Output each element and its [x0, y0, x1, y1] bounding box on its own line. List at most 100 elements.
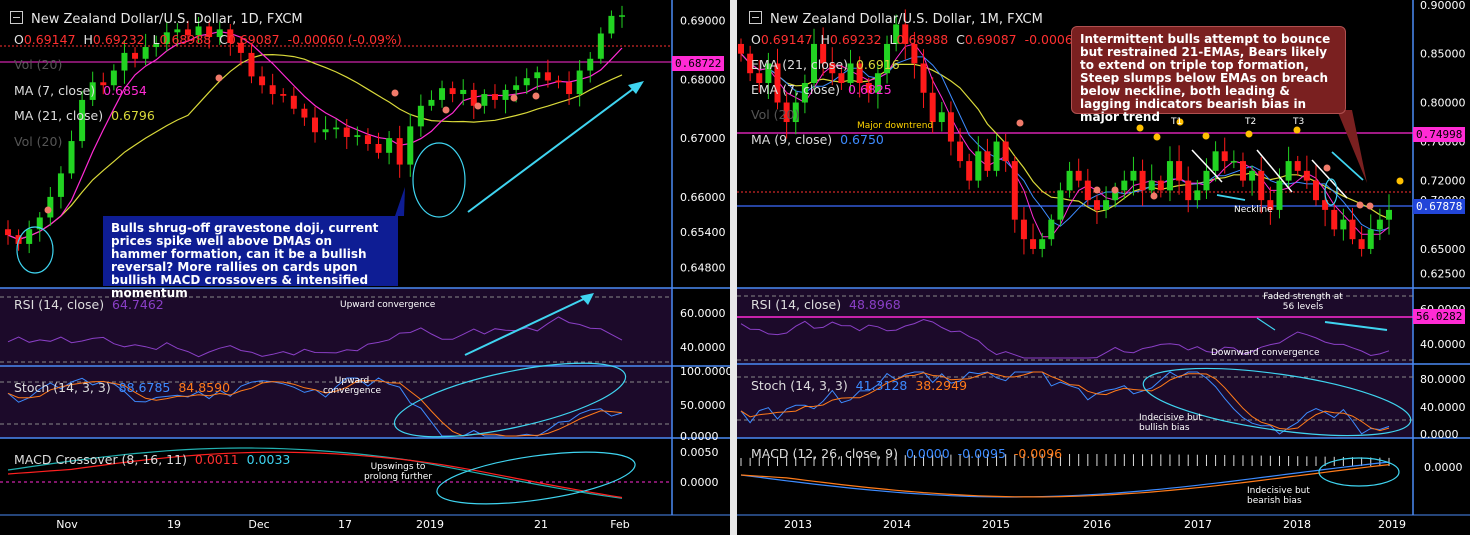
left-macd-label: MACD Crossover (8, 16, 11) 0.0011 0.0033 — [14, 452, 291, 467]
candle-body — [1084, 180, 1091, 201]
candle-body — [984, 151, 991, 171]
left-chart-title[interactable]: New Zealand Dollar/U.S. Dollar, 1D, FXCM — [10, 11, 303, 27]
stoch-tick-label: 0.0000 — [1420, 428, 1459, 441]
stoch-tick-label: 50.0000 — [680, 399, 726, 412]
candle-body — [1212, 151, 1219, 171]
candle-body — [322, 129, 329, 133]
right-chart-title[interactable]: New Zealand Dollar/U.S. Dollar, 1M, FXCM — [749, 11, 1043, 27]
candle-body — [513, 85, 520, 90]
candle-body — [738, 43, 744, 54]
price-tick-label: 0.66000 — [680, 191, 726, 204]
right-vol-label: Vol (20) — [751, 107, 800, 122]
signal-dot — [1093, 186, 1101, 194]
candle-body — [597, 33, 604, 59]
candle-body — [1376, 219, 1383, 230]
time-tick-label: 17 — [338, 518, 352, 531]
candle-body — [449, 88, 456, 95]
candle-body — [1249, 170, 1256, 181]
left-stoch-label: Stoch (14, 3, 3) 88.6785 84.8590 — [14, 380, 231, 395]
right-chart-panel: 0.900000.850000.800000.760000.720000.700… — [737, 0, 1470, 535]
stoch-tick-label: 80.0000 — [1420, 373, 1466, 386]
candle-body — [1230, 161, 1237, 163]
left-stoch-annotation: Upward convergence — [322, 376, 381, 396]
macd-ellipse — [436, 451, 636, 505]
time-tick-label: 2016 — [1083, 518, 1111, 531]
candle-body — [1312, 180, 1319, 201]
macd-tick-label: 0.0050 — [680, 446, 719, 459]
right-price-tag: 0.74998 — [1413, 127, 1466, 142]
candle-body — [364, 135, 371, 144]
candle-body — [587, 58, 594, 71]
right-t2-label: T2 — [1245, 117, 1257, 127]
signal-dot — [1150, 192, 1158, 200]
candle-body — [481, 94, 488, 106]
price-tick-label: 0.62500 — [1420, 267, 1466, 280]
candle-body — [132, 52, 139, 59]
candle-body — [491, 94, 498, 100]
candle-body — [333, 127, 340, 130]
right-macd-annotation: Indecisive but bearish bias — [1247, 486, 1310, 506]
top-dot — [1153, 133, 1161, 141]
left-rsi-annotation: Upward convergence — [340, 300, 436, 310]
candle-body — [1011, 161, 1018, 220]
collapse-icon[interactable] — [10, 11, 23, 24]
time-tick-label: 2018 — [1283, 518, 1311, 531]
left-macd-annotation: Upswings to prolong further — [363, 462, 433, 482]
candle-body — [1057, 190, 1064, 220]
signal-dot — [474, 102, 482, 110]
candle-body — [1303, 170, 1310, 181]
time-tick-label: Dec — [248, 518, 269, 531]
candle-body — [1039, 239, 1046, 249]
rsi-tick-label: 40.0000 — [680, 341, 726, 354]
candle-body — [1121, 180, 1128, 191]
candle-body — [1194, 190, 1201, 201]
right-macd-label: MACD (12, 26, close, 9) 0.0000 -0.0095 -… — [751, 446, 1063, 461]
signal-dot — [44, 206, 52, 214]
signal-dot — [442, 106, 450, 114]
candle-body — [428, 99, 435, 106]
candle-body — [417, 105, 424, 127]
right-rsi-annotation-2: Downward convergence — [1211, 348, 1320, 358]
candle-body — [957, 141, 964, 162]
signal-dot — [1323, 164, 1331, 172]
candle-body — [1386, 209, 1392, 220]
top-dot — [1202, 132, 1210, 140]
right-analysis-note: Intermittent bulls attempt to bounce but… — [1071, 26, 1346, 124]
right-rsi-annotation-1: Faded strength at 56 levels — [1263, 292, 1343, 312]
candle-body — [280, 94, 287, 96]
time-tick-label: 19 — [167, 518, 181, 531]
candle-body — [1203, 170, 1210, 191]
signal-dot — [215, 74, 223, 82]
collapse-icon[interactable] — [749, 11, 762, 24]
candle-body — [534, 72, 541, 79]
note-pointer — [395, 187, 405, 216]
candle-body — [121, 52, 128, 71]
macd-tick-label: 0.0000 — [680, 476, 719, 489]
candle-body — [248, 52, 255, 77]
right-ema21-label: EMA (21, close) 0.6916 — [751, 57, 900, 72]
price-tick-label: 0.64800 — [680, 261, 726, 274]
candle-body — [1294, 161, 1301, 171]
candle-body — [1066, 170, 1073, 191]
right-price-tag-2: 0.67878 — [1413, 199, 1466, 214]
pane-bg — [737, 364, 1413, 438]
candle-body — [938, 112, 945, 123]
candle-body — [1157, 180, 1164, 191]
candle-body — [1358, 239, 1365, 249]
top-dot — [1136, 124, 1144, 132]
right-downtrend-label: Major downtrend — [857, 121, 934, 131]
candle-body — [1367, 229, 1374, 249]
price-tick-label: 0.67000 — [680, 132, 726, 145]
candle-body — [1002, 141, 1009, 162]
candle-body — [1030, 239, 1037, 249]
candle-body — [439, 88, 446, 100]
right-ma9-label: MA (9, close) 0.6750 — [751, 132, 884, 147]
price-tick-label: 0.90000 — [1420, 0, 1466, 12]
right-ema7-label: EMA (7, close) 0.6825 — [751, 82, 892, 97]
right-rsi-label: RSI (14, close) 48.8968 — [751, 297, 901, 312]
candle-body — [966, 161, 973, 181]
candle-body — [1075, 170, 1082, 181]
time-tick-label: 2019 — [1378, 518, 1406, 531]
candle-body — [1176, 161, 1183, 181]
candle-body — [1258, 170, 1265, 201]
